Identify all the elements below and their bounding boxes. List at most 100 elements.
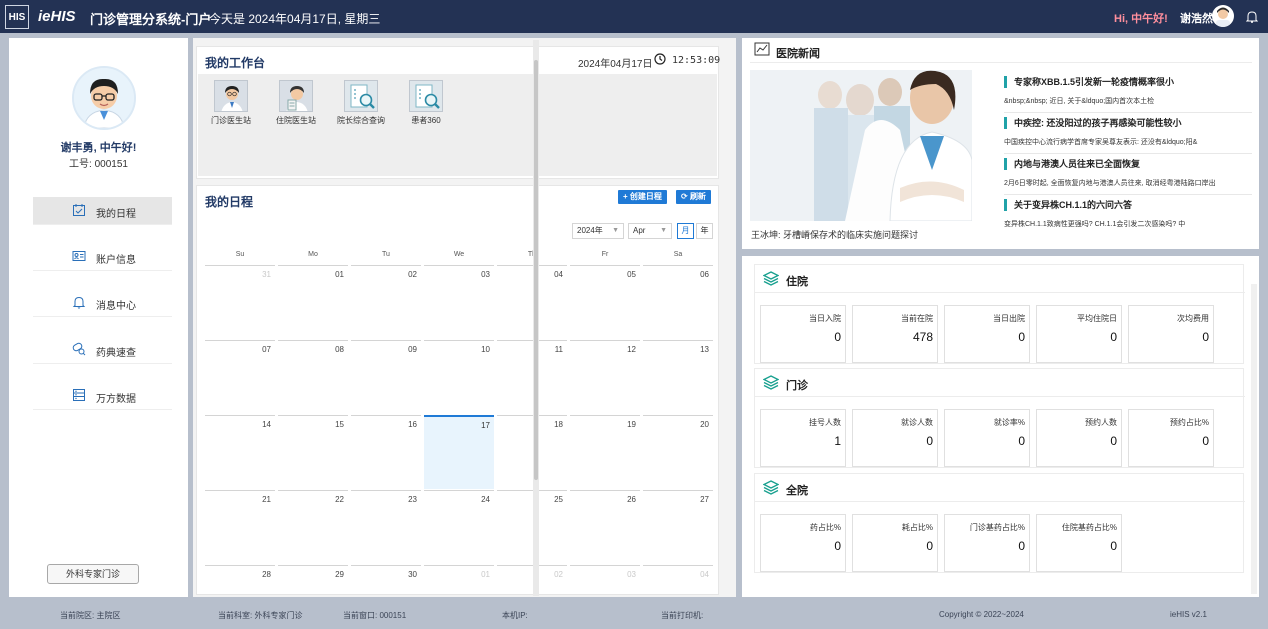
header-avatar[interactable] <box>1212 5 1234 27</box>
news-item-summary: &nbsp;&nbsp; 近日, 关于&ldquo;国内首次本土检 <box>1004 98 1155 105</box>
calendar-day-number: 23 <box>408 495 417 504</box>
calendar-day[interactable]: 27 <box>643 490 713 564</box>
stat-card[interactable]: 预约人数 0 <box>1036 409 1122 467</box>
app-inpatient-doctor[interactable]: 住院医生站 <box>266 80 326 126</box>
stat-card[interactable]: 当日入院 0 <box>760 305 846 363</box>
stats-scrollbar[interactable] <box>1251 284 1257 594</box>
view-year-button[interactable]: 年 <box>696 223 713 239</box>
calendar-day-number: 17 <box>481 421 490 430</box>
news-item[interactable]: 专家称XBB.1.5引发新一轮疫情概率很小 &nbsp;&nbsp; 近日, 关… <box>1004 76 1252 113</box>
app-outpatient-doctor[interactable]: 门诊医生站 <box>201 80 261 126</box>
calendar-day[interactable]: 31 <box>205 265 275 339</box>
calendar-day[interactable]: 05 <box>570 265 640 339</box>
calendar-day[interactable]: 04 <box>643 565 713 594</box>
calendar-day[interactable]: 29 <box>278 565 348 594</box>
calendar-day[interactable]: 15 <box>278 415 348 489</box>
chevron-down-icon: ▼ <box>660 227 667 234</box>
month-select[interactable]: Apr ▼ <box>628 223 672 239</box>
calendar-day[interactable]: 03 <box>424 265 494 339</box>
news-item[interactable]: 中疾控: 还没阳过的孩子再感染可能性较小 中国疾控中心流行病学首席专家吴尊友表示… <box>1004 117 1252 154</box>
calendar-day-number: 26 <box>627 495 636 504</box>
stat-card[interactable]: 药占比% 0 <box>760 514 846 572</box>
calendar-day[interactable]: 06 <box>643 265 713 339</box>
stat-card[interactable]: 住院基药占比% 0 <box>1036 514 1122 572</box>
document-search-icon <box>409 80 443 112</box>
stat-card-value: 0 <box>1018 330 1025 344</box>
calendar-day[interactable]: 02 <box>497 565 567 594</box>
stat-card[interactable]: 门诊基药占比% 0 <box>944 514 1030 572</box>
calendar-day-number: 24 <box>481 495 490 504</box>
nav-item-wanfang-data[interactable]: 万方数据 <box>33 382 172 410</box>
news-item[interactable]: 关于变异株CH.1.1的六问六答 变异株CH.1.1致病性更强吗? CH.1.1… <box>1004 199 1252 229</box>
chart-line-icon <box>754 42 770 56</box>
calendar-day[interactable]: 24 <box>424 490 494 564</box>
stat-card[interactable]: 平均住院日 0 <box>1036 305 1122 363</box>
calendar-day[interactable]: 04 <box>497 265 567 339</box>
stat-card-value: 0 <box>1110 330 1117 344</box>
calendar-day[interactable]: 30 <box>351 565 421 594</box>
calendar-day[interactable]: 12 <box>570 340 640 414</box>
news-item-title: 内地与港澳人员往来已全面恢复 <box>1004 158 1252 170</box>
calendar-day[interactable]: 10 <box>424 340 494 414</box>
calendar-day-today[interactable]: 17 <box>424 415 494 489</box>
calendar-day-number: 16 <box>408 420 417 429</box>
calendar-day-number: 05 <box>627 270 636 279</box>
calendar-day-number: 11 <box>554 345 563 354</box>
calendar-day[interactable]: 25 <box>497 490 567 564</box>
calendar-day[interactable]: 01 <box>424 565 494 594</box>
stat-card[interactable]: 就诊率% 0 <box>944 409 1030 467</box>
stat-card[interactable]: 次均费用 0 <box>1128 305 1214 363</box>
create-schedule-button[interactable]: + 创建日程 <box>618 190 667 204</box>
refresh-button[interactable]: ⟳ 刷新 <box>676 190 711 204</box>
notification-bell-icon[interactable] <box>1245 10 1259 23</box>
calendar-day[interactable]: 20 <box>643 415 713 489</box>
nav-item-message-center[interactable]: 消息中心 <box>33 289 172 317</box>
calendar-day[interactable]: 08 <box>278 340 348 414</box>
stat-card-value: 0 <box>1202 434 1209 448</box>
stat-card[interactable]: 当日出院 0 <box>944 305 1030 363</box>
calendar-day[interactable]: 09 <box>351 340 421 414</box>
pill-search-icon <box>72 342 86 356</box>
calendar-day-number: 21 <box>262 495 271 504</box>
nav-item-account-info[interactable]: 账户信息 <box>33 243 172 271</box>
calendar-day[interactable]: 22 <box>278 490 348 564</box>
month-select-value: Apr <box>633 226 646 235</box>
calendar-day-number: 28 <box>262 570 271 579</box>
calendar-day[interactable]: 26 <box>570 490 640 564</box>
calendar-day[interactable]: 13 <box>643 340 713 414</box>
middle-scrollbar-thumb[interactable] <box>534 60 538 480</box>
app-director-query[interactable]: 院长综合查询 <box>331 80 391 126</box>
calendar-day[interactable]: 02 <box>351 265 421 339</box>
schedule-panel: 我的日程 + 创建日程 ⟳ 刷新 2024年 ▼ Apr ▼ 月 年 Su Mo Tu W… <box>196 185 719 595</box>
stat-card[interactable]: 预约占比% 0 <box>1128 409 1214 467</box>
calendar-day[interactable]: 19 <box>570 415 640 489</box>
stat-card[interactable]: 挂号人数 1 <box>760 409 846 467</box>
calendar-day[interactable]: 28 <box>205 565 275 594</box>
nav-item-pharmacopoeia[interactable]: 药典速查 <box>33 336 172 364</box>
nav-item-my-schedule[interactable]: 我的日程 <box>33 197 172 225</box>
stats-section-title: 全院 <box>786 485 808 497</box>
calendar-day[interactable]: 11 <box>497 340 567 414</box>
calendar-day[interactable]: 01 <box>278 265 348 339</box>
stat-card[interactable]: 就诊人数 0 <box>852 409 938 467</box>
news-item[interactable]: 内地与港澳人员往来已全面恢复 2月6日零时起, 全面恢复内地与港澳人员往来, 取… <box>1004 158 1252 195</box>
calendar-day-number: 25 <box>554 495 563 504</box>
calendar-day[interactable]: 21 <box>205 490 275 564</box>
stat-card[interactable]: 当前在院 478 <box>852 305 938 363</box>
app-patient-360[interactable]: 患者360 <box>396 80 456 126</box>
calendar-day-number: 31 <box>262 270 271 279</box>
view-month-button[interactable]: 月 <box>677 223 694 239</box>
calendar-day[interactable]: 07 <box>205 340 275 414</box>
news-feature-caption[interactable]: 王冰坤: 牙槽嵴保存术的临床实施问题探讨 <box>751 228 918 241</box>
calendar-day-number: 04 <box>554 270 563 279</box>
calendar-day[interactable]: 14 <box>205 415 275 489</box>
calendar-day[interactable]: 03 <box>570 565 640 594</box>
header-user-name[interactable]: 谢浩然 <box>1180 10 1213 26</box>
calendar-day[interactable]: 23 <box>351 490 421 564</box>
department-switch-button[interactable]: 外科专家门诊 <box>47 564 139 584</box>
year-select[interactable]: 2024年 ▼ <box>572 223 624 239</box>
stat-card[interactable]: 耗占比% 0 <box>852 514 938 572</box>
news-feature-image[interactable] <box>750 70 972 221</box>
calendar-day[interactable]: 18 <box>497 415 567 489</box>
calendar-day[interactable]: 16 <box>351 415 421 489</box>
